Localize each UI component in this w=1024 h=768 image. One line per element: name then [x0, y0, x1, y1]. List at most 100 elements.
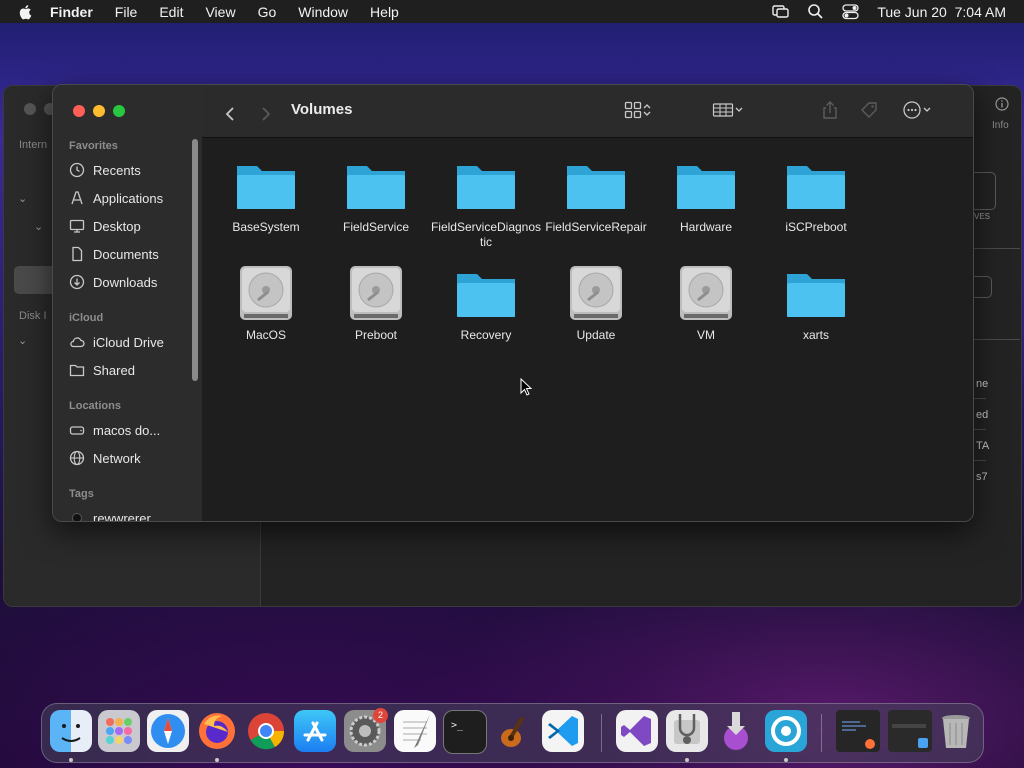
notification-badge: 2: [373, 708, 388, 723]
menu-window[interactable]: Window: [298, 4, 348, 20]
sidebar-scrollbar[interactable]: [192, 139, 198, 381]
bg-sidebar-label-disk-images: Disk I: [19, 310, 47, 322]
chevron-down-icon: [923, 107, 931, 112]
finder-icon[interactable]: [50, 710, 92, 752]
vscode-icon[interactable]: [542, 710, 584, 752]
sidebar-item-applications[interactable]: Applications: [69, 185, 194, 211]
action-menu-button[interactable]: [902, 99, 932, 121]
file-item-iscpreboot[interactable]: iSCPreboot: [760, 156, 872, 235]
share-icon[interactable]: [821, 99, 839, 121]
file-item-hardware[interactable]: Hardware: [650, 156, 762, 235]
file-item-xarts[interactable]: xarts: [760, 264, 872, 343]
sidebar-item-label: Shared: [93, 362, 135, 378]
tag-icon[interactable]: [859, 99, 879, 121]
menu-help[interactable]: Help: [370, 4, 399, 20]
folder-icon: [347, 166, 405, 209]
minimize-button[interactable]: [93, 105, 105, 117]
view-mode-button[interactable]: [624, 99, 652, 121]
file-item-vm[interactable]: VM: [650, 264, 762, 343]
file-item-macos[interactable]: MacOS: [210, 264, 322, 343]
chrome-icon[interactable]: [245, 710, 287, 752]
download-icon: [69, 274, 85, 290]
file-item-update[interactable]: Update: [540, 264, 652, 343]
bg-window-close-button[interactable]: [24, 103, 36, 115]
sidebar-item-icloud-drive[interactable]: iCloud Drive: [69, 329, 194, 355]
sidebar-section-locations: Locations: [69, 400, 121, 412]
firefox-icon[interactable]: [196, 710, 238, 752]
sidebar-item-macos-disk[interactable]: macos do...: [69, 417, 194, 443]
info-icon[interactable]: [995, 97, 1009, 111]
safari-icon[interactable]: [147, 710, 189, 752]
file-item-basesystem[interactable]: BaseSystem: [210, 156, 322, 235]
window-thumbnail-icon[interactable]: [888, 710, 932, 752]
dock: 2 >_: [41, 703, 984, 763]
divider: [970, 339, 1020, 340]
file-name: Update: [576, 328, 616, 342]
launchpad-icon[interactable]: [98, 710, 140, 752]
window-title: Volumes: [291, 101, 353, 118]
file-item-fieldservicerepair[interactable]: FieldServiceRepair: [540, 156, 652, 235]
close-button[interactable]: [73, 105, 85, 117]
visual-studio-icon[interactable]: [616, 710, 658, 752]
sidebar-item-desktop[interactable]: Desktop: [69, 213, 194, 239]
menu-file[interactable]: File: [115, 4, 138, 20]
file-item-recovery[interactable]: Recovery: [430, 264, 542, 343]
running-indicator: [69, 758, 73, 762]
globe-icon: [69, 450, 85, 466]
sidebar-item-label: Desktop: [93, 218, 141, 234]
menu-clock[interactable]: Tue Jun 20 7:04 AM: [877, 4, 1006, 20]
chevron-down-icon[interactable]: ⌄: [34, 220, 43, 233]
control-center-icon[interactable]: [842, 3, 859, 20]
apple-menu-icon[interactable]: [18, 4, 34, 20]
system-preferences-icon[interactable]: 2: [344, 708, 388, 752]
sidebar-item-documents[interactable]: Documents: [69, 241, 194, 267]
bg-toolbar-info-label: Info: [992, 120, 1009, 131]
menu-bar: Finder File Edit View Go Window Help Tue…: [0, 0, 1024, 23]
finder-toolbar: Volumes: [202, 85, 973, 138]
sidebar-section-tags: Tags: [69, 488, 94, 500]
terminal-icon[interactable]: >_: [443, 710, 487, 754]
disk-utility-icon[interactable]: [666, 710, 708, 752]
sidebar-item-network[interactable]: Network: [69, 445, 194, 471]
zoom-button[interactable]: [113, 105, 125, 117]
sidebar-item-tag[interactable]: rewwrerer: [69, 505, 194, 521]
file-name: FieldServiceDiagnostic: [430, 220, 542, 249]
finder-window[interactable]: Favorites Recents Applications Desktop D…: [52, 84, 974, 522]
back-chevron-icon[interactable]: [224, 103, 236, 125]
menu-edit[interactable]: Edit: [159, 4, 183, 20]
file-grid[interactable]: BaseSystem FieldService FieldServiceDiag…: [202, 138, 973, 521]
spotlight-search-icon[interactable]: [807, 3, 824, 20]
window-thumbnail-icon[interactable]: [836, 710, 880, 752]
app-icon[interactable]: [765, 710, 807, 752]
more-options-icon: [903, 101, 921, 119]
sidebar-item-recents[interactable]: Recents: [69, 157, 194, 183]
garageband-icon[interactable]: [493, 710, 535, 752]
installer-icon[interactable]: [715, 710, 757, 752]
sidebar-item-downloads[interactable]: Downloads: [69, 269, 194, 295]
finder-sidebar: Favorites Recents Applications Desktop D…: [53, 85, 203, 521]
group-button[interactable]: [712, 99, 744, 121]
hard-drive-icon: [350, 266, 402, 320]
chevron-down-icon[interactable]: ⌄: [18, 192, 27, 205]
app-store-icon[interactable]: [294, 710, 336, 752]
bg-info-text: TA: [976, 440, 990, 452]
sidebar-item-label: Applications: [93, 190, 164, 206]
group-icon: [712, 103, 734, 117]
menu-view[interactable]: View: [205, 4, 235, 20]
forward-chevron-icon[interactable]: [260, 103, 272, 125]
screen-mirroring-icon[interactable]: [772, 3, 790, 20]
chevron-down-icon[interactable]: ⌄: [18, 334, 27, 347]
clock-icon: [69, 162, 85, 178]
file-item-preboot[interactable]: Preboot: [320, 264, 432, 343]
folder-icon: [677, 166, 735, 209]
textedit-icon[interactable]: [394, 710, 436, 752]
cloud-icon: [70, 337, 85, 348]
trash-icon[interactable]: [935, 710, 977, 752]
file-item-fieldservice[interactable]: FieldService: [320, 156, 432, 235]
file-item-fieldservicediagnostic[interactable]: FieldServiceDiagnostic: [430, 156, 542, 250]
menu-app-name[interactable]: Finder: [50, 4, 93, 20]
sidebar-item-shared[interactable]: Shared: [69, 357, 194, 383]
svg-text:>_: >_: [451, 720, 464, 731]
running-indicator: [215, 758, 219, 762]
menu-go[interactable]: Go: [258, 4, 277, 20]
